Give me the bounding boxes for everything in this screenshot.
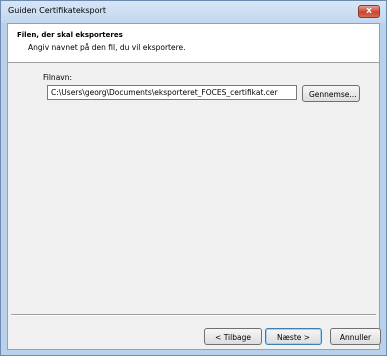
footer-divider (11, 314, 376, 316)
window-title: Guiden Certifikateksport (8, 6, 106, 15)
close-button[interactable]: x (358, 5, 380, 18)
close-icon: x (366, 6, 372, 16)
next-button[interactable]: Næste > (265, 328, 322, 345)
filename-label: Filnavn: (43, 73, 73, 82)
export-wizard-window: Guiden Certifikateksport x Filen, der sk… (0, 0, 387, 356)
back-button[interactable]: < Tilbage (204, 328, 262, 345)
page-subtitle: Angiv navnet på den fil, du vil eksporte… (28, 43, 186, 52)
wizard-header: Filen, der skal eksporteres Angiv navnet… (8, 24, 379, 63)
page-title: Filen, der skal eksporteres (17, 31, 123, 39)
filename-input[interactable] (47, 85, 297, 100)
browse-button[interactable]: Gennemse... (302, 85, 360, 102)
cancel-button[interactable]: Annuller (330, 328, 381, 345)
title-bar[interactable]: Guiden Certifikateksport x (1, 1, 386, 23)
